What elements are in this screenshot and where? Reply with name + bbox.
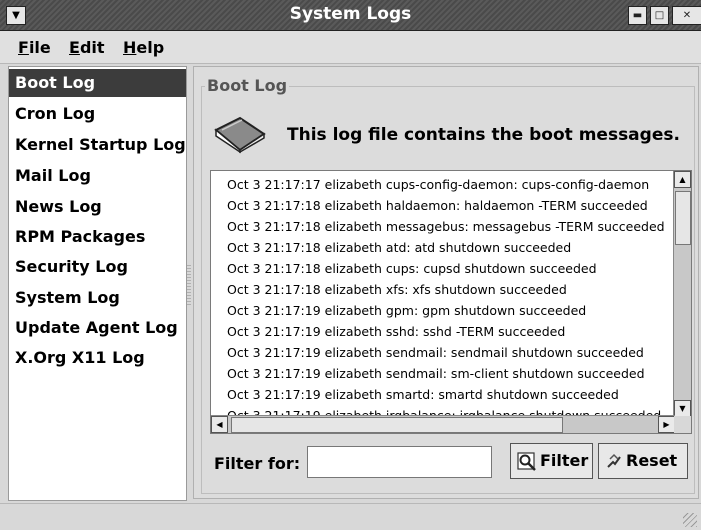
vertical-scroll-thumb[interactable] [675,191,691,245]
pane-resize-handle[interactable] [187,265,191,305]
scroll-up-button[interactable]: ▲ [674,171,691,188]
vertical-scrollbar[interactable]: ▲ ▼ [673,171,691,417]
log-description: This log file contains the boot messages… [287,125,680,145]
reset-button[interactable]: Reset [598,443,688,479]
horizontal-scroll-thumb[interactable] [231,417,563,433]
horizontal-scrollbar[interactable]: ◀ ▶ [211,415,675,433]
menu-file-mnemonic: F [18,38,29,57]
log-line: Oct 3 21:17:18 elizabeth cups: cupsd shu… [227,261,597,276]
menu-file[interactable]: File [18,38,51,57]
filter-button-label: Filter [540,451,589,470]
window-title: System Logs [289,4,412,24]
magnifier-icon [517,451,536,471]
window-resize-grip[interactable] [683,513,697,527]
title-bar: ▼ System Logs ▬ □ ✕ [0,0,701,31]
filter-input[interactable] [307,446,492,478]
menu-edit-label: dit [79,38,105,57]
log-line: Oct 3 21:17:17 elizabeth cups-config-dae… [227,177,650,192]
arrow-up-icon: ▲ [679,175,686,184]
log-line: Oct 3 21:17:18 elizabeth atd: atd shutdo… [227,240,572,255]
sidebar-item-system-log[interactable]: System Log [9,284,186,312]
minimize-button[interactable]: ▬ [628,6,647,25]
menu-file-label: ile [28,38,51,57]
close-button[interactable]: ✕ [672,6,701,25]
arrow-down-icon: ▼ [679,404,686,413]
menu-help[interactable]: Help [123,38,164,57]
sidebar-item-cron-log[interactable]: Cron Log [9,100,186,128]
log-line: Oct 3 21:17:19 elizabeth smartd: smartd … [227,387,619,402]
arrow-right-icon: ▶ [663,420,670,429]
arrow-left-icon: ◀ [216,420,223,429]
log-list-sidebar: Boot Log Cron Log Kernel Startup Log Mai… [8,66,187,501]
scroll-corner [674,416,691,433]
minimize-icon: ▬ [632,10,643,21]
sidebar-item-rpm-packages[interactable]: RPM Packages [9,223,186,251]
reset-icon [607,453,621,468]
reset-button-label: Reset [626,451,678,470]
maximize-icon: □ [654,10,665,21]
menu-help-label: elp [136,38,165,57]
log-line: Oct 3 21:17:19 elizabeth sendmail: sendm… [227,345,644,360]
filter-button[interactable]: Filter [510,443,593,479]
log-line: Oct 3 21:17:19 elizabeth sshd: sshd -TER… [227,324,566,339]
menu-edit-mnemonic: E [69,38,80,57]
log-line: Oct 3 21:17:18 elizabeth messagebus: mes… [227,219,665,234]
scroll-down-button[interactable]: ▼ [674,400,691,417]
sidebar-item-update-agent-log[interactable]: Update Agent Log [9,314,186,342]
log-line: Oct 3 21:17:19 elizabeth sendmail: sm-cl… [227,366,645,381]
sidebar-item-kernel-startup-log[interactable]: Kernel Startup Log [9,131,186,159]
log-line: Oct 3 21:17:18 elizabeth xfs: xfs shutdo… [227,282,567,297]
sidebar-item-news-log[interactable]: News Log [9,193,186,221]
book-icon [214,116,266,154]
sidebar-item-security-log[interactable]: Security Log [9,253,186,281]
log-line: Oct 3 21:17:18 elizabeth haldaemon: hald… [227,198,648,213]
close-icon: ✕ [682,10,692,21]
log-text-area[interactable]: Oct 3 21:17:17 elizabeth cups-config-dae… [210,170,692,434]
menu-help-mnemonic: H [123,38,137,57]
maximize-button[interactable]: □ [650,6,669,25]
sidebar-item-mail-log[interactable]: Mail Log [9,162,186,190]
log-line: Oct 3 21:17:19 elizabeth gpm: gpm shutdo… [227,303,587,318]
scroll-right-button[interactable]: ▶ [658,416,675,433]
menu-bar: File Edit Help [0,31,701,64]
sidebar-item-boot-log[interactable]: Boot Log [9,69,186,97]
frame-title: Boot Log [205,76,290,95]
menu-edit[interactable]: Edit [69,38,105,57]
scroll-left-button[interactable]: ◀ [211,416,228,433]
status-bar [0,503,701,530]
filter-label: Filter for: [214,454,301,473]
sidebar-item-xorg-x11-log[interactable]: X.Org X11 Log [9,344,186,372]
